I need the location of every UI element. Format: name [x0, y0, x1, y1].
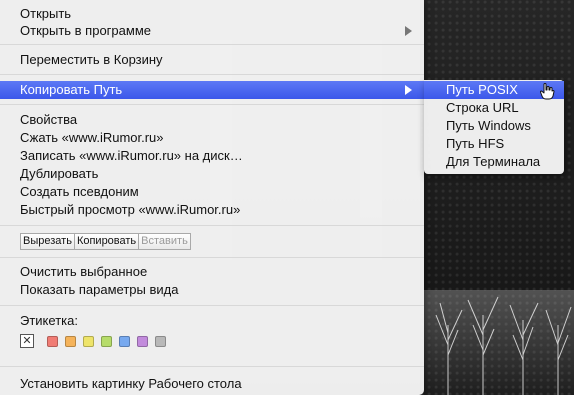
menu-separator [0, 305, 424, 306]
submenu-item-url-string[interactable]: Строка URL [424, 99, 564, 117]
label-blue-swatch[interactable] [119, 336, 130, 347]
context-menu: Открыть Открыть в программе Переместить … [0, 0, 424, 395]
label-yellow-swatch[interactable] [83, 336, 94, 347]
submenu-item-for-terminal[interactable]: Для Терминала [424, 153, 564, 171]
menu-item-open-with-label: Открыть в программе [20, 23, 151, 38]
paste-button[interactable]: Вставить [138, 233, 191, 250]
menu-item-copy-path[interactable]: Копировать Путь [0, 81, 424, 99]
menu-item-get-info[interactable]: Свойства [0, 111, 424, 129]
menu-item-quick-look[interactable]: Быстрый просмотр «www.iRumor.ru» [0, 201, 424, 219]
label-orange-swatch[interactable] [65, 336, 76, 347]
hand-cursor-icon [540, 83, 555, 100]
edit-buttons-row: Вырезать Копировать Вставить [20, 233, 191, 250]
label-green-swatch[interactable] [101, 336, 112, 347]
menu-separator [0, 257, 424, 258]
label-heading: Этикетка: [20, 313, 78, 328]
menu-item-make-alias[interactable]: Создать псевдоним [0, 183, 424, 201]
menu-item-move-to-trash[interactable]: Переместить в Корзину [0, 51, 424, 69]
menu-item-open-with[interactable]: Открыть в программе [0, 22, 424, 40]
menu-item-clean-up-selection[interactable]: Очистить выбранное [0, 263, 424, 281]
menu-separator [0, 366, 424, 367]
menu-item-copy-path-label: Копировать Путь [20, 82, 123, 97]
menu-separator [0, 44, 424, 45]
label-gray-swatch[interactable] [155, 336, 166, 347]
menu-separator [0, 74, 424, 75]
menu-separator [0, 104, 424, 105]
menu-item-set-desktop-picture[interactable]: Установить картинку Рабочего стола [0, 375, 424, 393]
menu-item-open[interactable]: Открыть [0, 5, 424, 23]
menu-item-duplicate[interactable]: Дублировать [0, 165, 424, 183]
submenu-item-windows-path[interactable]: Путь Windows [424, 117, 564, 135]
submenu-arrow-icon [405, 26, 412, 36]
no-label-x-icon[interactable]: ✕ [20, 334, 34, 348]
trees-image [435, 296, 572, 395]
menu-item-show-view-options[interactable]: Показать параметры вида [0, 281, 424, 299]
submenu-arrow-icon [405, 85, 412, 95]
label-purple-swatch[interactable] [137, 336, 148, 347]
menu-item-burn-to-disc[interactable]: Записать «www.iRumor.ru» на диск… [0, 147, 424, 165]
menu-separator [0, 225, 424, 226]
menu-item-compress[interactable]: Сжать «www.iRumor.ru» [0, 129, 424, 147]
copy-button[interactable]: Копировать [73, 233, 140, 250]
label-red-swatch[interactable] [47, 336, 58, 347]
submenu-item-hfs-path[interactable]: Путь HFS [424, 135, 564, 153]
cut-button[interactable]: Вырезать [20, 233, 75, 250]
